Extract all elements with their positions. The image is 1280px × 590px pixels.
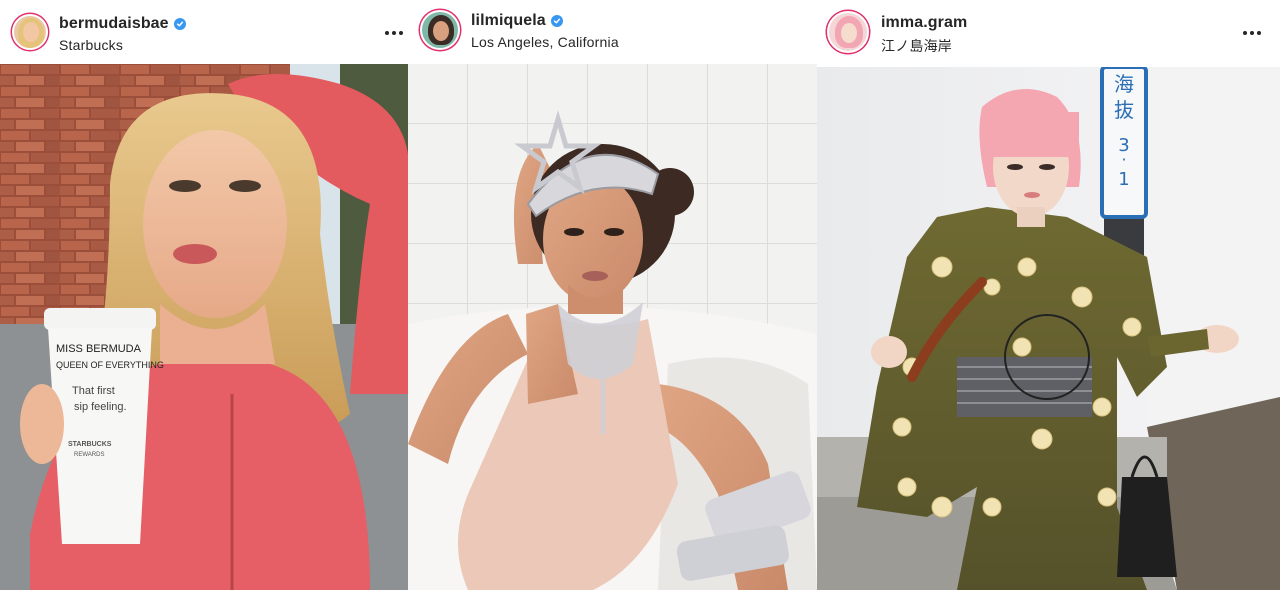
post-bermudaisbae: bermudaisbae Starbucks MISS BERMUDA QUEE… [0, 0, 408, 590]
avatar[interactable] [420, 10, 460, 50]
post-photo[interactable]: 海 抜 3 · 1 [817, 67, 1280, 590]
post-lilmiquela: lilmiquela Los Angeles, California [408, 0, 817, 590]
verified-badge-icon [173, 18, 186, 30]
post-names: bermudaisbae Starbucks [59, 15, 186, 53]
cup-text: MISS BERMUDA [56, 343, 142, 355]
more-options-icon[interactable] [382, 21, 406, 45]
avatar[interactable] [12, 14, 48, 50]
avatar[interactable] [827, 11, 869, 53]
post-header: lilmiquela Los Angeles, California [408, 0, 817, 64]
username[interactable]: imma.gram [881, 14, 967, 32]
username[interactable]: lilmiquela [471, 12, 546, 30]
sign-text: · [1121, 150, 1126, 169]
post-photo[interactable] [408, 64, 817, 590]
post-photo[interactable]: MISS BERMUDA QUEEN OF EVERYTHING That fi… [0, 64, 408, 590]
post-header: bermudaisbae Starbucks [0, 0, 408, 64]
cup-text: sip feeling. [74, 401, 127, 413]
more-options-icon[interactable] [1240, 21, 1264, 45]
username[interactable]: bermudaisbae [59, 15, 169, 33]
sign-text: 抜 [1114, 98, 1134, 122]
post-names: lilmiquela Los Angeles, California [471, 12, 619, 50]
sign-text: 海 [1114, 72, 1134, 96]
post-imma-gram: imma.gram 江ノ島海岸 海 抜 3 · 1 [817, 0, 1280, 590]
verified-badge-icon [550, 15, 563, 27]
cup-text: That first [72, 385, 115, 397]
location-link[interactable]: 江ノ島海岸 [881, 36, 967, 56]
cup-text: REWARDS [74, 452, 104, 458]
post-header: imma.gram 江ノ島海岸 [817, 0, 1280, 67]
location-link[interactable]: Los Angeles, California [471, 34, 619, 50]
cup-text: QUEEN OF EVERYTHING [56, 360, 164, 370]
location-link[interactable]: Starbucks [59, 37, 186, 53]
cup-text: STARBUCKS [68, 441, 112, 448]
post-names: imma.gram 江ノ島海岸 [881, 14, 967, 56]
sign-text: 1 [1118, 169, 1129, 190]
